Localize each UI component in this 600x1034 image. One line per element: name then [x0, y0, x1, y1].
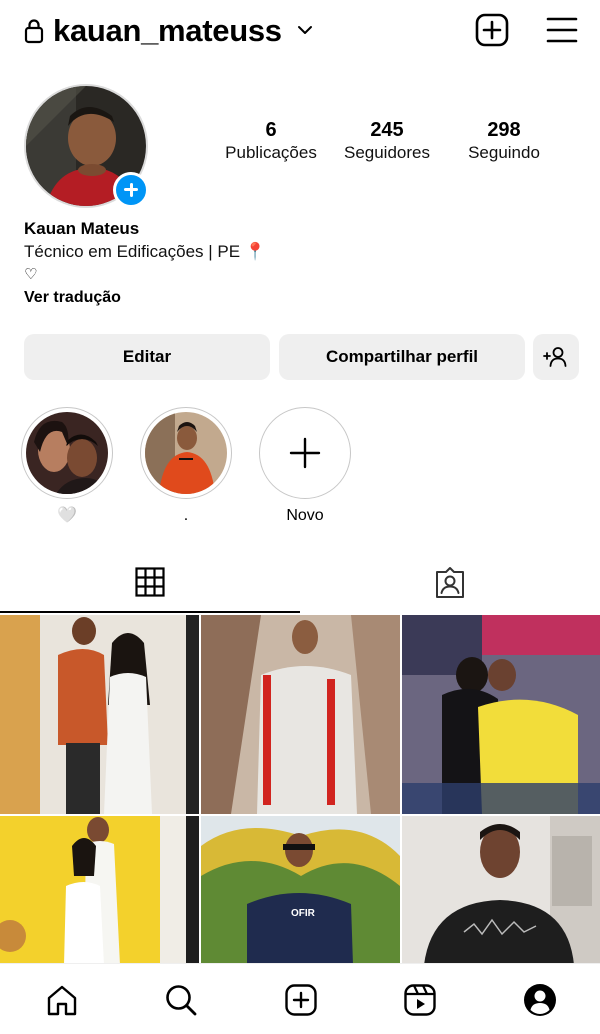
chevron-down-icon[interactable] — [297, 22, 313, 38]
hamburger-menu-icon[interactable] — [544, 14, 580, 46]
post-thumbnail[interactable] — [0, 615, 199, 814]
bio-heart: ♡ — [24, 266, 38, 283]
following-label: Seguindo — [468, 143, 540, 162]
username-title[interactable]: kauan_mateuss — [53, 11, 282, 51]
profile-icon — [524, 984, 556, 1016]
bottom-navigation — [0, 963, 600, 1034]
following-count: 298 — [487, 119, 521, 141]
post-thumbnail[interactable] — [201, 615, 400, 814]
discover-people-button[interactable] — [533, 334, 579, 380]
reels-icon — [404, 984, 436, 1016]
nav-profile[interactable] — [520, 980, 560, 1020]
followers-label: Seguidores — [343, 143, 430, 162]
svg-text:OFIR: OFIR — [291, 908, 316, 919]
edit-profile-button[interactable]: Editar — [24, 334, 270, 380]
post-thumbnail[interactable] — [402, 615, 600, 814]
grid-icon — [135, 567, 165, 597]
nav-reels[interactable] — [400, 980, 440, 1020]
posts-stat[interactable]: 6 Publicações — [218, 118, 324, 164]
display-name: Kauan Mateus — [24, 219, 140, 238]
tab-tagged[interactable] — [300, 553, 600, 613]
see-translation-link[interactable]: Ver tradução — [24, 286, 584, 310]
profile-header: kauan_mateuss — [0, 0, 600, 62]
plus-icon — [289, 437, 321, 469]
lock-icon — [24, 19, 44, 44]
add-user-icon — [543, 347, 567, 367]
highlight-label: . — [183, 507, 189, 524]
highlight-label: Novo — [286, 507, 324, 524]
add-story-button[interactable] — [113, 172, 149, 208]
tagged-icon — [436, 567, 464, 598]
tab-posts-grid[interactable] — [0, 553, 300, 613]
nav-create[interactable] — [281, 980, 321, 1020]
story-highlight[interactable]: 🤍 — [21, 407, 113, 526]
home-icon — [47, 985, 77, 1016]
highlight-label: 🤍 — [57, 507, 77, 524]
create-icon — [285, 984, 317, 1016]
profile-bio: Kauan Mateus Técnico em Edificações | PE… — [24, 218, 584, 310]
posts-count: 6 — [265, 119, 277, 141]
nav-search[interactable] — [161, 980, 201, 1020]
bio-text: Técnico em Edificações | PE 📍 — [24, 242, 266, 261]
search-icon — [166, 985, 197, 1016]
following-stat[interactable]: 298 Seguindo — [452, 118, 556, 164]
posts-label: Publicações — [225, 143, 317, 162]
story-highlight[interactable]: . — [140, 407, 232, 526]
new-highlight-button[interactable]: Novo — [259, 407, 351, 526]
nav-home[interactable] — [42, 980, 82, 1020]
plus-square-icon[interactable] — [474, 12, 510, 48]
followers-stat[interactable]: 245 Seguidores — [334, 118, 440, 164]
followers-count: 245 — [370, 119, 404, 141]
share-profile-button[interactable]: Compartilhar perfil — [279, 334, 525, 380]
